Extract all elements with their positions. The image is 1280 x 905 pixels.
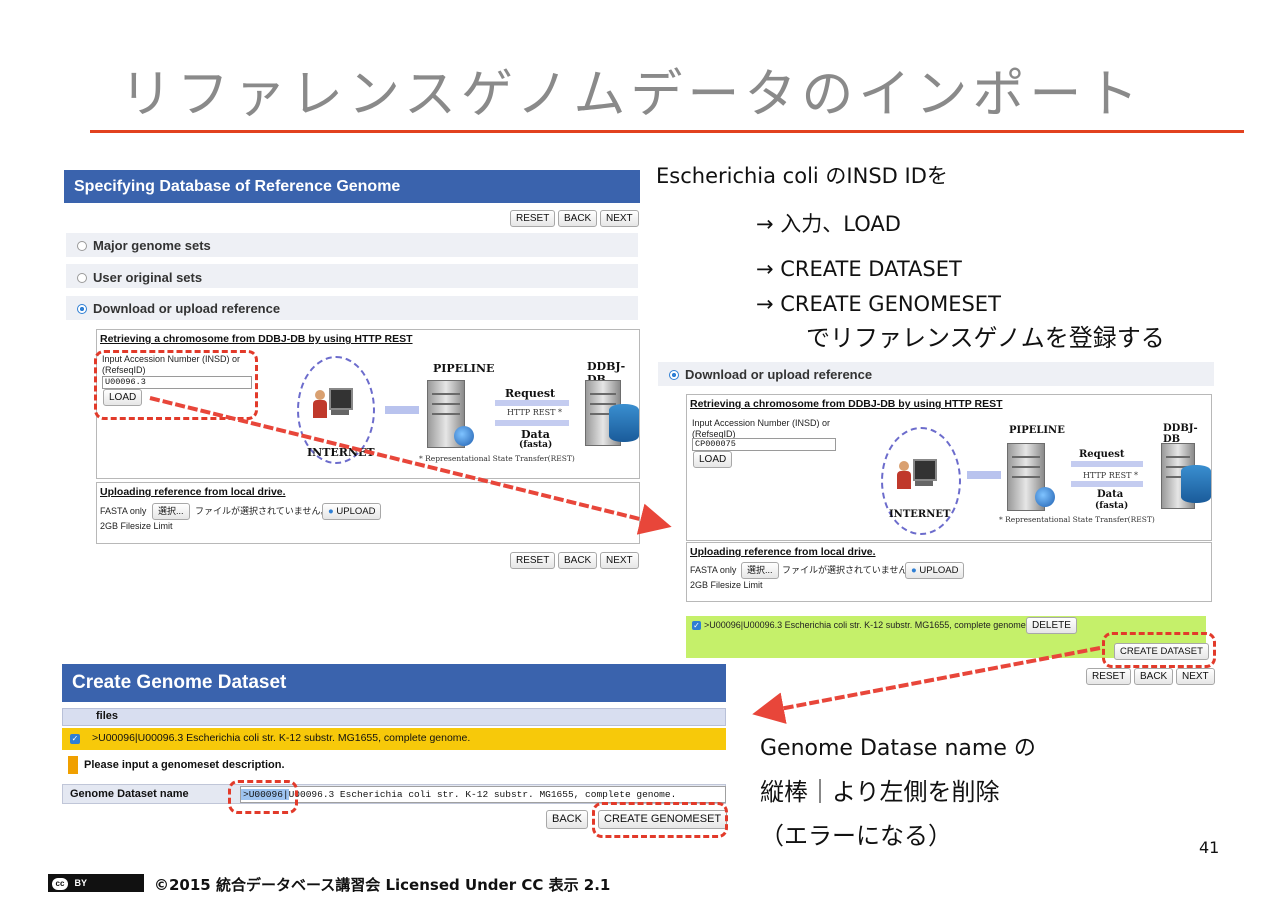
page-number: 41 <box>1199 838 1220 857</box>
cc-by-label: BY <box>74 878 88 888</box>
creative-commons-badge: cc BY <box>48 874 144 892</box>
arrow-to-shot3 <box>752 646 1101 724</box>
lower-note-1: Genome Datase name の <box>760 736 1036 761</box>
arrow-to-shot2 <box>149 396 672 535</box>
lower-note-2: 縦棒｜より左側を削除 <box>760 778 1000 806</box>
footer-copyright: ©2015 統合データベース講習会 Licensed Under CC 表示 2… <box>154 876 611 894</box>
lower-note-3: （エラーになる） <box>760 822 952 850</box>
flow-arrows <box>149 396 1101 724</box>
cc-icon: cc <box>52 878 68 890</box>
